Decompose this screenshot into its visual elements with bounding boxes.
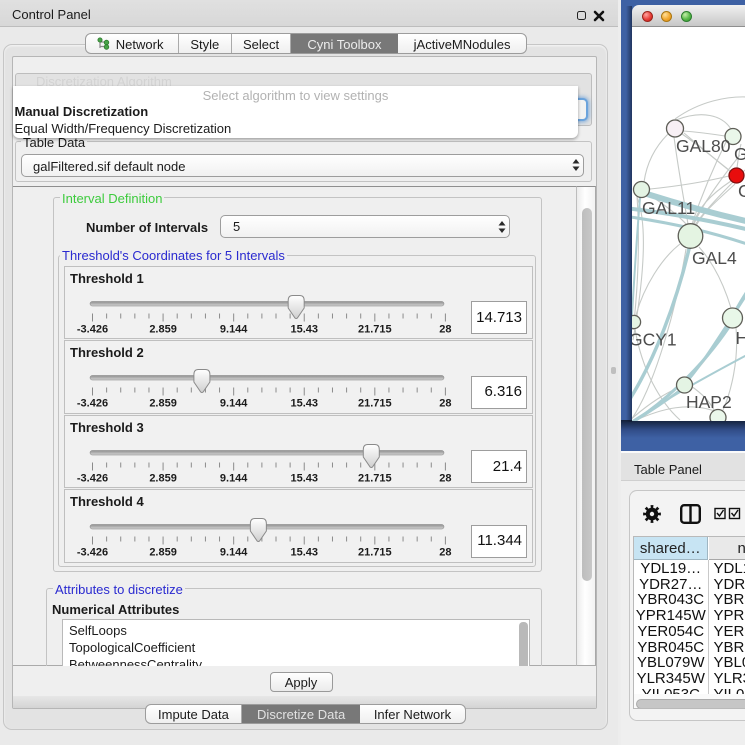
svg-text:2.859: 2.859 bbox=[149, 472, 177, 484]
svg-text:9.144: 9.144 bbox=[220, 472, 248, 484]
svg-text:28: 28 bbox=[439, 398, 451, 410]
svg-text:-3.426: -3.426 bbox=[77, 547, 108, 559]
svg-text:GAL80: GAL80 bbox=[676, 136, 731, 156]
svg-text:GCY1: GCY1 bbox=[632, 330, 677, 350]
svg-text:28: 28 bbox=[439, 323, 451, 335]
svg-text:HI: HI bbox=[736, 328, 745, 348]
svg-text:GA: GA bbox=[734, 144, 745, 164]
svg-text:15.43: 15.43 bbox=[290, 472, 318, 484]
svg-text:28: 28 bbox=[439, 547, 451, 559]
svg-text:9.144: 9.144 bbox=[220, 398, 248, 410]
svg-text:28: 28 bbox=[439, 472, 451, 484]
svg-text:HAP2: HAP2 bbox=[686, 392, 732, 412]
svg-text:9.144: 9.144 bbox=[220, 547, 248, 559]
svg-text:21.715: 21.715 bbox=[358, 323, 392, 335]
svg-text:15.43: 15.43 bbox=[290, 323, 318, 335]
svg-text:CO: CO bbox=[738, 181, 745, 201]
svg-text:15.43: 15.43 bbox=[290, 398, 318, 410]
svg-text:15.43: 15.43 bbox=[290, 547, 318, 559]
svg-text:-3.426: -3.426 bbox=[77, 398, 108, 410]
svg-text:9.144: 9.144 bbox=[220, 323, 248, 335]
svg-text:GAL11: GAL11 bbox=[642, 198, 695, 218]
svg-text:-3.426: -3.426 bbox=[77, 323, 108, 335]
svg-text:21.715: 21.715 bbox=[358, 472, 392, 484]
svg-text:2.859: 2.859 bbox=[149, 547, 177, 559]
svg-text:21.715: 21.715 bbox=[358, 547, 392, 559]
svg-text:2.859: 2.859 bbox=[149, 323, 177, 335]
svg-text:-3.426: -3.426 bbox=[77, 472, 108, 484]
svg-text:21.715: 21.715 bbox=[358, 398, 392, 410]
svg-text:2.859: 2.859 bbox=[149, 398, 177, 410]
svg-text:GAL4: GAL4 bbox=[692, 248, 737, 268]
